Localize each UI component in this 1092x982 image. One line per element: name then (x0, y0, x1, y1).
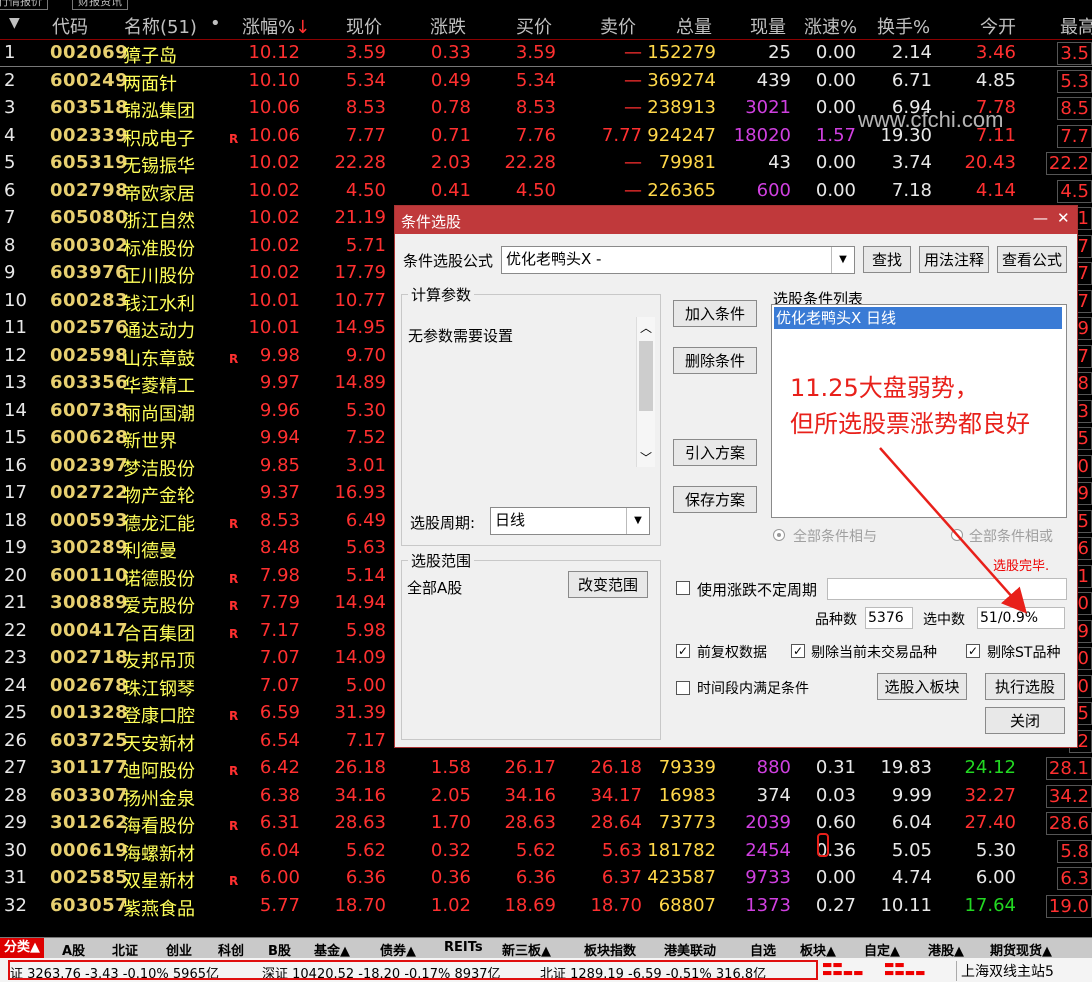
tab-category[interactable]: 分类▲ (0, 938, 44, 958)
bottom-tab[interactable]: 港股▲ (928, 940, 964, 959)
bottom-tab[interactable]: 科创 (218, 940, 244, 959)
bottom-tab[interactable]: 自定▲ (864, 940, 900, 959)
category-tab-bar: 分类▲ A股 北证 创业 科创 B股 基金▲ 债券▲ REITs 新三板▲ 板块指数 港美联动 自选 板… (0, 937, 1092, 959)
index-highlight-box (8, 960, 818, 980)
bottom-tab[interactable]: B股 (268, 940, 291, 959)
bottom-tab[interactable]: 新三板▲ (502, 940, 551, 959)
server-status[interactable]: 上海双线主站5 (956, 961, 1054, 981)
bottom-tab[interactable]: A股 (62, 940, 85, 959)
bottom-tab[interactable]: 板块指数 (584, 940, 636, 959)
bottom-tab[interactable]: 期货现货▲ (990, 940, 1052, 959)
bottom-tab[interactable]: REITs (444, 940, 483, 955)
bottom-tab[interactable]: 北证 (112, 940, 138, 959)
market-breadth-icon: ▬▬ ▬▬▬▬ (822, 958, 864, 979)
market-breadth-icon-2: ▬▬ ▬▬▬▬ (884, 958, 926, 979)
bottom-tab[interactable]: 债券▲ (380, 940, 416, 959)
bottom-tab[interactable]: 港美联动 (664, 940, 716, 959)
bottom-tab[interactable]: 创业 (166, 940, 192, 959)
annotation-arrow (817, 447, 1027, 857)
bottom-tab[interactable]: 自选 (750, 940, 776, 959)
bottom-tab[interactable]: 板块▲ (800, 940, 836, 959)
bottom-tab[interactable]: 基金▲ (314, 940, 350, 959)
